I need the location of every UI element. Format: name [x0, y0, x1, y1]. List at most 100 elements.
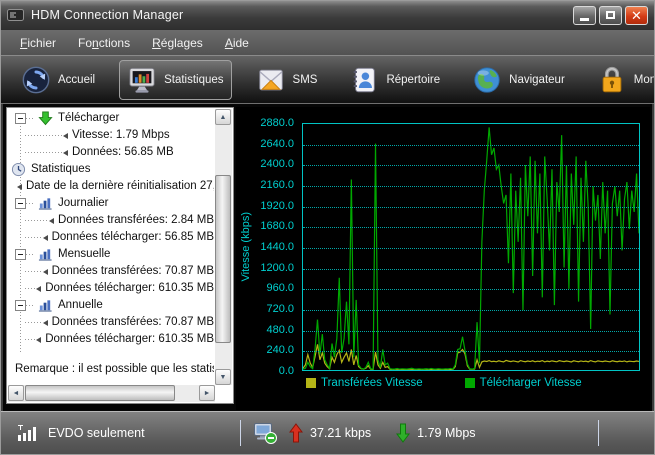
- y-tick-label: 240.0: [266, 344, 294, 357]
- padlock-icon: [597, 65, 627, 95]
- chart-legend: Transférées Vitesse Télécharger Vitesse: [306, 377, 582, 389]
- minimize-button[interactable]: [573, 5, 596, 25]
- legend-item: Transférées Vitesse: [306, 377, 423, 389]
- tree-vertical-scrollbar[interactable]: ▲ ▼: [215, 109, 232, 385]
- tree-item[interactable]: Données télécharger: 56.85 MB: [9, 229, 214, 246]
- tree-connector: [25, 288, 37, 289]
- network-mode-label: EVDO seulement: [48, 426, 145, 440]
- upload-arrow-icon: [289, 423, 303, 443]
- tree-item[interactable]: Données télécharger: 610.35 MB: [9, 331, 214, 348]
- tree-item-label: Données: 56.85 MB: [72, 146, 174, 158]
- tree-item-label: Données télécharger: 610.35 MB: [45, 282, 214, 294]
- tree-item[interactable]: Statistiques: [9, 161, 214, 178]
- horizontal-scroll-thumb[interactable]: [25, 385, 175, 401]
- tree-item-label: Données transférées: 2.84 MB: [58, 214, 214, 226]
- status-bar: EVDO seulement 37.21 kbps 1.79 Mbps: [1, 411, 654, 454]
- scroll-left-button[interactable]: ◄: [8, 385, 24, 401]
- vertical-scroll-thumb[interactable]: [215, 175, 231, 343]
- tree-item[interactable]: Données télécharger: 610.35 MB: [9, 280, 214, 297]
- toolbar-button-r-pertoire[interactable]: Répertoire: [341, 60, 448, 100]
- tree-item[interactable]: Vitesse: 1.79 Mbps: [9, 127, 214, 144]
- statistics-tree: Télécharger Vitesse: 1.79 Mbps Données: 56…: [9, 110, 214, 384]
- gridline: [303, 144, 639, 146]
- tree-bullet-icon: [42, 234, 48, 241]
- tree-bullet-icon: [36, 336, 42, 343]
- legend-label: Télécharger Vitesse: [479, 377, 582, 389]
- chart-plot-area: [302, 123, 640, 371]
- tree-item[interactable]: Données transférées: 70.87 MB: [9, 263, 214, 280]
- legend-item: Télécharger Vitesse: [464, 377, 582, 389]
- tree-item[interactable]: Données: 56.85 MB: [9, 144, 214, 161]
- tree-connector: [26, 118, 34, 119]
- tree-bullet-icon: [63, 149, 68, 156]
- menu-item-fichier[interactable]: Fichier: [11, 33, 65, 53]
- maximize-button[interactable]: [599, 5, 622, 25]
- tree-item[interactable]: Annuelle: [9, 297, 214, 314]
- close-button[interactable]: ✕: [625, 5, 648, 25]
- gridline: [303, 227, 639, 229]
- signal-strength-icon: [17, 424, 41, 442]
- speed-line-chart: [303, 124, 639, 370]
- menu-item-fonctions[interactable]: Fonctions: [69, 33, 139, 53]
- toolbar-button-label: Statistiques: [164, 73, 224, 86]
- menu-item-rglages[interactable]: Réglages: [143, 33, 212, 53]
- tree-item-label: Données télécharger: 56.85 MB: [51, 231, 214, 243]
- tree-bullet-icon: [42, 319, 48, 326]
- tree-item-label: Vitesse: 1.79 Mbps: [72, 129, 170, 141]
- toolbar-button-label: Accueil: [58, 73, 96, 86]
- tree-connector: [25, 220, 50, 221]
- tree-item-label: Mensuelle: [58, 248, 111, 260]
- gridline: [303, 186, 639, 187]
- tree-connector: [25, 339, 37, 340]
- tree-expander-minus[interactable]: [15, 300, 26, 311]
- tree-connector: [25, 135, 63, 136]
- close-icon: ✕: [631, 7, 642, 23]
- y-tick-label: 2400.0: [260, 158, 294, 171]
- gridline: [303, 330, 639, 332]
- tree-connector: [25, 322, 43, 323]
- toolbar-button-accueil[interactable]: Accueil: [13, 60, 103, 100]
- tree-bullet-icon: [17, 183, 22, 190]
- download-arrow-icon: [396, 423, 411, 443]
- chart-y-axis-label: Vitesse (kbps): [240, 212, 252, 282]
- y-tick-label: 2640.0: [260, 137, 294, 150]
- tree-item[interactable]: Données transférées: 70.87 MB: [9, 314, 214, 331]
- tree-connector: [25, 152, 63, 153]
- download-speed-value: 1.79 Mbps: [417, 426, 476, 440]
- window-controls: ✕: [573, 5, 648, 25]
- tree-item[interactable]: Données transférées: 2.84 MB: [9, 212, 214, 229]
- scroll-up-button[interactable]: ▲: [215, 109, 231, 125]
- tree-bullet-icon: [63, 132, 68, 139]
- menu-item-aide[interactable]: Aide: [216, 33, 258, 53]
- gridline: [303, 351, 639, 353]
- toolbar-button-statistiques[interactable]: Statistiques: [119, 59, 232, 100]
- speed-chart-panel: Vitesse (kbps) 2880.0 2640.0 2400.0 2160.0 1…: [236, 107, 650, 410]
- tree-expander-minus[interactable]: [15, 113, 26, 124]
- gridline: [303, 268, 639, 270]
- tree-item[interactable]: Date de la dernière réinitialisation 27,: [9, 178, 214, 195]
- scroll-right-button[interactable]: ►: [199, 385, 215, 401]
- tree-item[interactable]: Journalier: [9, 195, 214, 212]
- toolbar-button-navigateur[interactable]: Navigateur: [464, 60, 573, 100]
- tree-expander-minus[interactable]: [15, 198, 26, 209]
- toolbar-button-sms[interactable]: SMS: [248, 60, 326, 100]
- tree-horizontal-scrollbar[interactable]: ◄ ►: [8, 385, 215, 402]
- tree-item[interactable]: Mensuelle: [9, 246, 214, 263]
- tree-connector: [25, 271, 43, 272]
- legend-swatch-icon: [306, 378, 316, 388]
- tree-bullet-icon: [42, 268, 48, 275]
- statusbar-separator-left: [240, 420, 241, 446]
- tree-expander-minus[interactable]: [15, 249, 26, 260]
- bar-chart-icon: [38, 298, 54, 314]
- legend-label: Transférées Vitesse: [321, 377, 423, 389]
- tree-connector: [25, 237, 43, 238]
- toolbar-button-mon-compte[interactable]: Mon Compte: [589, 60, 654, 100]
- tree-item-label: Annuelle: [58, 299, 103, 311]
- tree-bullet-icon: [36, 285, 42, 292]
- menu-bar: Fichier Fonctions Réglages Aide: [1, 29, 654, 55]
- download-arrow-icon: [38, 110, 54, 127]
- tree-item[interactable]: Télécharger: [9, 110, 214, 127]
- scroll-down-button[interactable]: ▼: [215, 369, 231, 385]
- minimize-icon: [580, 18, 589, 21]
- y-tick-label: 960.0: [266, 282, 294, 295]
